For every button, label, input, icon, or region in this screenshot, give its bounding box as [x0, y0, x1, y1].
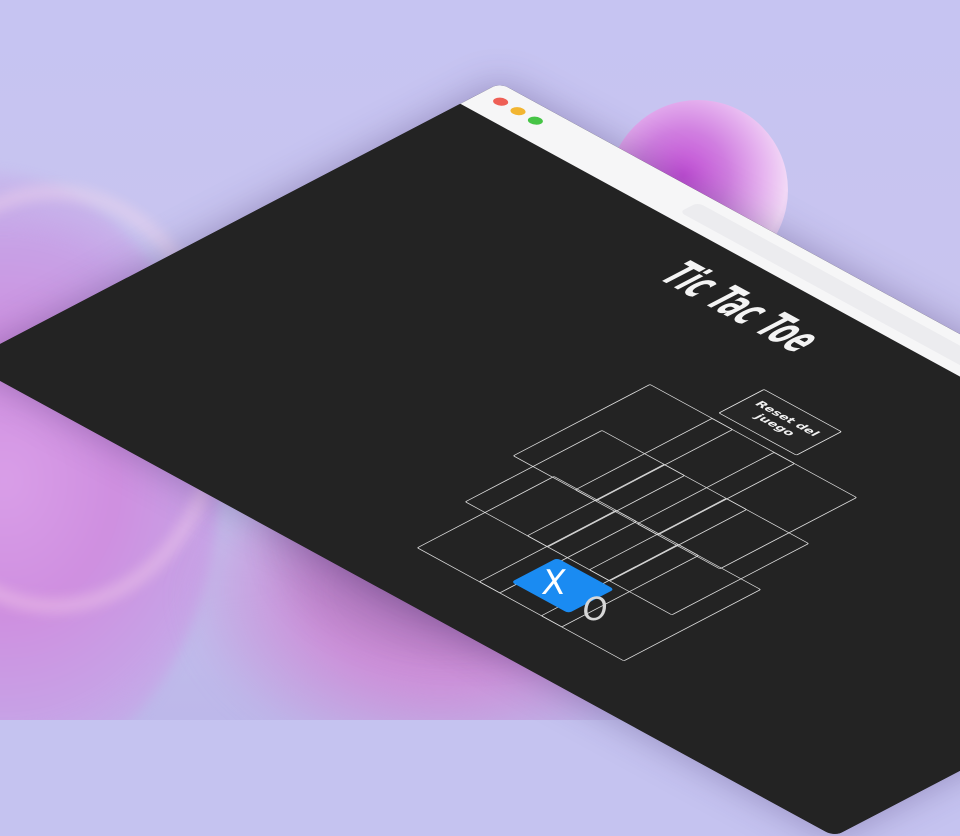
maximize-window-button[interactable]: [524, 114, 546, 127]
turn-x-label: X: [539, 563, 569, 603]
turn-o-label[interactable]: O: [578, 590, 613, 628]
minimize-window-button[interactable]: [507, 105, 529, 117]
close-window-button[interactable]: [490, 96, 512, 108]
